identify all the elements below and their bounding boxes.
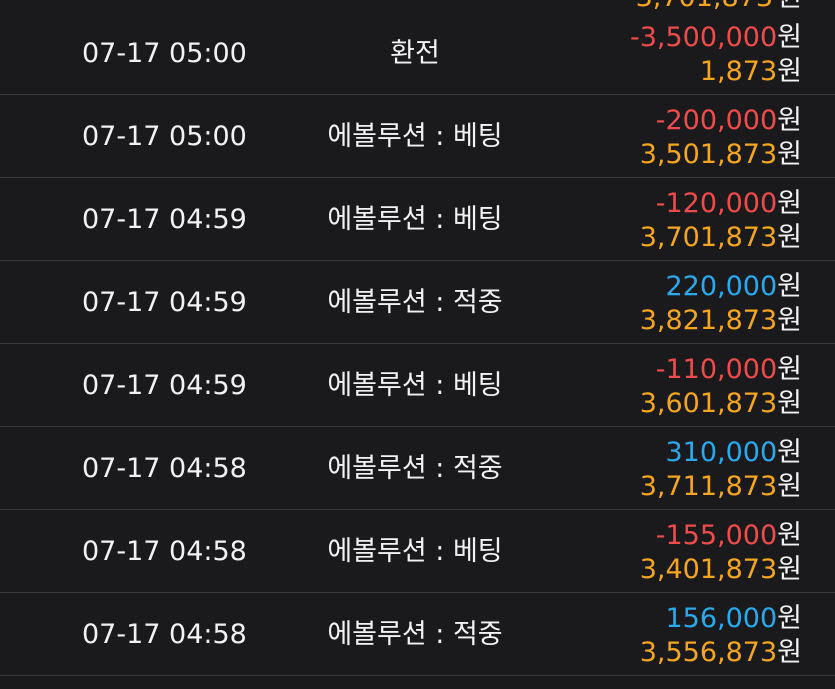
transaction-amounts: -155,000원 3,401,873원: [542, 510, 802, 593]
transaction-row[interactable]: 07-17 05:00 환전 -3,500,000원 1,873원: [0, 12, 835, 95]
transaction-amounts: 310,000원 3,711,873원: [542, 427, 802, 510]
transaction-time: 07-17 04:59: [82, 204, 247, 235]
balance-amount: 3,711,873: [639, 471, 778, 502]
transaction-description: 에볼루션 : 적중: [327, 287, 503, 318]
transaction-amount: -3,500,000: [630, 22, 778, 53]
transaction-time: 07-17 05:00: [82, 38, 247, 69]
transaction-row[interactable]: 07-17 04:59 에볼루션 : 베팅 -110,000원 3,601,87…: [0, 344, 835, 427]
balance-amount: 3,501,873: [639, 139, 778, 170]
unit-label: 원: [777, 520, 802, 551]
unit-label: 원: [777, 139, 802, 170]
unit-label: 원: [777, 271, 802, 302]
transaction-list: 3,701,873 원 07-17 05:00 환전 -3,500,000원 1…: [0, 0, 835, 689]
transaction-description: 에볼루션 : 베팅: [327, 121, 503, 152]
transaction-description: 에볼루션 : 베팅: [327, 536, 503, 567]
unit-label: 원: [777, 437, 802, 468]
balance-amount: 3,556,873: [639, 637, 778, 668]
unit-label: 원: [777, 603, 802, 634]
transaction-description: 에볼루션 : 적중: [327, 619, 503, 650]
unit-label: 원: [777, 354, 802, 385]
unit-label: 원: [777, 554, 802, 585]
transaction-description: 에볼루션 : 베팅: [327, 204, 503, 235]
transaction-time: 07-17 04:59: [82, 370, 247, 401]
transaction-row[interactable]: 07-17 04:59 에볼루션 : 베팅 -120,000원 3,701,87…: [0, 178, 835, 261]
transaction-row[interactable]: 07-17 05:00 에볼루션 : 베팅 -200,000원 3,501,87…: [0, 95, 835, 178]
transaction-amounts: -3,500,000원 1,873원: [542, 12, 802, 95]
unit-label: 원: [777, 388, 802, 419]
unit-label: 원: [777, 305, 802, 336]
transaction-amount: -155,000: [655, 520, 778, 551]
unit-label: 원: [777, 222, 802, 253]
transaction-amount: 156,000: [665, 603, 778, 634]
unit-label: 원: [777, 188, 802, 219]
transaction-amount: -200,000: [655, 105, 778, 136]
unit-label: 원: [777, 471, 802, 502]
transaction-description: 환전: [390, 38, 440, 69]
transaction-amounts: -120,000원 3,701,873원: [542, 178, 802, 261]
unit-label: 원: [777, 105, 802, 136]
balance-amount: 3,821,873: [639, 305, 778, 336]
transaction-amounts: -110,000원 3,601,873원: [542, 344, 802, 427]
transaction-time: 07-17 04:58: [82, 536, 247, 567]
transaction-time: 07-17 04:58: [82, 453, 247, 484]
unit-label: 원: [777, 637, 802, 668]
transaction-amount: 220,000: [665, 271, 778, 302]
transaction-amount: 310,000: [665, 437, 778, 468]
transaction-time: 07-17 04:58: [82, 619, 247, 650]
transaction-time: 07-17 05:00: [82, 121, 247, 152]
balance-amount: 3,601,873: [639, 388, 778, 419]
transaction-description: 에볼루션 : 적중: [327, 453, 503, 484]
unit-label: 원: [777, 22, 802, 53]
transaction-time: 07-17 04:59: [82, 287, 247, 318]
transaction-row[interactable]: 07-17 04:58 에볼루션 : 적중 310,000원 3,711,873…: [0, 427, 835, 510]
unit-label: 원: [777, 56, 802, 87]
transaction-row[interactable]: 07-17 04:59 에볼루션 : 적중 220,000원 3,821,873…: [0, 261, 835, 344]
transaction-amounts: 220,000원 3,821,873원: [542, 261, 802, 344]
transaction-amounts: 156,000원 3,556,873원: [542, 593, 802, 676]
transaction-amount: -110,000: [655, 354, 778, 385]
balance-amount: 3,401,873: [639, 554, 778, 585]
transaction-amount: -120,000: [655, 188, 778, 219]
balance-amount: 3,701,873: [639, 222, 778, 253]
transaction-row[interactable]: 07-17 04:58 에볼루션 : 적중 156,000원 3,556,873…: [0, 593, 835, 676]
transaction-description: 에볼루션 : 베팅: [327, 370, 503, 401]
transaction-row[interactable]: 07-17 04:58 에볼루션 : 베팅 -155,000원 3,401,87…: [0, 510, 835, 593]
balance-amount: 1,873: [699, 56, 778, 87]
transaction-amounts: -200,000원 3,501,873원: [542, 95, 802, 178]
